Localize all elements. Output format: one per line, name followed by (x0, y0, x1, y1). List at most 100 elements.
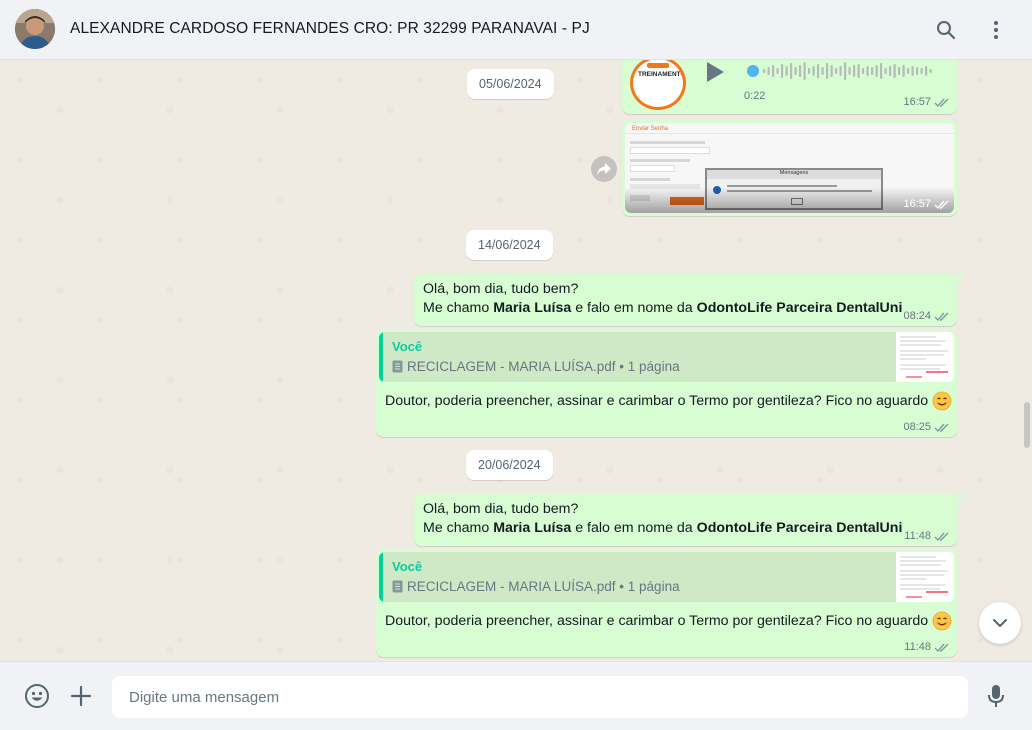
waveform-bar (794, 67, 797, 75)
attach-icon[interactable] (68, 683, 94, 709)
double-check-icon (934, 200, 949, 209)
waveform-bar (871, 67, 874, 75)
chat-header: ALEXANDRE CARDOSO FERNANDES CRO: PR 3229… (0, 0, 1032, 60)
waveform-bar (920, 68, 923, 74)
waveform-bar (767, 67, 770, 75)
message-meta: 16:57 (903, 96, 950, 108)
waveform-bar (875, 65, 878, 77)
chevron-down-icon (993, 619, 1007, 627)
audio-waveform[interactable] (746, 60, 938, 83)
message-time: 16:57 (903, 198, 931, 210)
scroll-to-bottom-button[interactable] (979, 602, 1021, 644)
waveform-bar (929, 69, 932, 73)
search-icon[interactable] (934, 18, 958, 42)
waveform-bar (812, 66, 815, 76)
waveform-bar (799, 65, 802, 77)
waveform-bar (790, 63, 793, 79)
play-icon[interactable] (704, 60, 726, 89)
double-check-icon (934, 423, 949, 432)
waveform-bar (898, 67, 901, 75)
message-input[interactable]: Digite uma mensagem (112, 676, 968, 718)
waveform-bar (830, 65, 833, 77)
audio-duration: 0:22 (744, 90, 766, 102)
waveform-bar (916, 67, 919, 75)
waveform-bar (853, 65, 856, 77)
waveform-bar (803, 62, 806, 80)
document-icon (392, 360, 403, 373)
document-icon (392, 580, 403, 593)
chat-area[interactable]: 05/06/2024 TREINAMENTO 0:22 16:57 Enviar… (0, 60, 1032, 661)
message-time: 08:25 (903, 421, 931, 433)
waveform-bar (880, 63, 883, 79)
waveform-bar (848, 67, 851, 75)
image-message[interactable]: Enviar Senha Mensagens 16:57 (622, 120, 957, 216)
waveform-bar (911, 66, 914, 76)
waveform-bar (907, 68, 910, 74)
waveform-bar (835, 68, 838, 74)
waveform-bar (857, 64, 860, 78)
mic-icon[interactable] (983, 683, 1009, 709)
quoted-document[interactable]: Você RECICLAGEM - MARIA LUÍSA.pdf • 1 pá… (379, 332, 954, 382)
message-time: 16:57 (903, 96, 931, 108)
date-divider: 20/06/2024 (466, 450, 553, 480)
message-text: Doutor, poderia preencher, assinar e car… (385, 611, 952, 631)
waveform-bar (821, 67, 824, 75)
audio-thumbnail: TREINAMENTO (630, 60, 686, 110)
outgoing-message[interactable]: Você RECICLAGEM - MARIA LUÍSA.pdf • 1 pá… (376, 329, 957, 437)
message-time: 08:24 (903, 310, 931, 322)
contact-name[interactable]: ALEXANDRE CARDOSO FERNANDES CRO: PR 3229… (70, 20, 590, 38)
message-text: Olá, bom dia, tudo bem? Me chamo Maria L… (423, 281, 903, 316)
waveform-bar (893, 64, 896, 78)
document-thumbnail (896, 332, 954, 382)
date-divider: 14/06/2024 (466, 230, 553, 260)
message-meta: 16:57 (903, 198, 950, 210)
waveform-bar (772, 65, 775, 77)
waveform-bar (808, 68, 811, 74)
audio-message[interactable]: TREINAMENTO 0:22 16:57 (622, 60, 957, 114)
double-check-icon (934, 98, 949, 107)
outgoing-message[interactable]: Você RECICLAGEM - MARIA LUÍSA.pdf • 1 pá… (376, 549, 957, 657)
date-divider: 05/06/2024 (467, 69, 554, 99)
message-time: 11:48 (904, 530, 931, 542)
scrollbar-thumb[interactable] (1024, 402, 1030, 448)
message-meta: 11:48 (904, 641, 950, 653)
quote-file: RECICLAGEM - MARIA LUÍSA.pdf • 1 página (392, 579, 680, 594)
waveform-bar (889, 66, 892, 76)
emoji-icon[interactable] (24, 683, 50, 709)
menu-icon[interactable] (984, 18, 1008, 42)
outgoing-message[interactable]: Olá, bom dia, tudo bem? Me chamo Maria L… (414, 274, 965, 326)
quote-author: Você (392, 339, 423, 354)
waveform-bar (826, 63, 829, 79)
smile-emoji (932, 391, 952, 411)
message-text: Doutor, poderia preencher, assinar e car… (385, 391, 952, 411)
document-thumbnail (896, 552, 954, 602)
smile-emoji (932, 611, 952, 631)
double-check-icon (934, 312, 949, 321)
waveform-bar (763, 69, 766, 73)
double-check-icon (934, 532, 949, 541)
double-check-icon (934, 643, 949, 652)
message-composer: Digite uma mensagem (0, 661, 1032, 730)
quote-author: Você (392, 559, 423, 574)
waveform-bar (866, 66, 869, 76)
waveform-bar (781, 64, 784, 78)
message-text: Olá, bom dia, tudo bem? Me chamo Maria L… (423, 501, 903, 536)
message-meta: 08:25 (903, 421, 950, 433)
forward-icon[interactable] (591, 156, 617, 182)
contact-avatar[interactable] (15, 9, 55, 49)
waveform-bar (817, 64, 820, 78)
quote-file: RECICLAGEM - MARIA LUÍSA.pdf • 1 página (392, 359, 680, 374)
waveform-bar (776, 68, 779, 74)
message-time: 11:48 (904, 641, 931, 653)
message-meta: 11:48 (904, 530, 950, 542)
waveform-bar (785, 66, 788, 76)
waveform-bar (925, 66, 928, 76)
outgoing-message[interactable]: Olá, bom dia, tudo bem? Me chamo Maria L… (414, 494, 965, 546)
waveform-bar (839, 66, 842, 76)
waveform-bar (862, 68, 865, 74)
waveform-bar (884, 68, 887, 74)
quoted-document[interactable]: Você RECICLAGEM - MARIA LUÍSA.pdf • 1 pá… (379, 552, 954, 602)
message-meta: 08:24 (903, 310, 950, 322)
waveform-bar (902, 65, 905, 77)
waveform-bar (844, 62, 847, 80)
